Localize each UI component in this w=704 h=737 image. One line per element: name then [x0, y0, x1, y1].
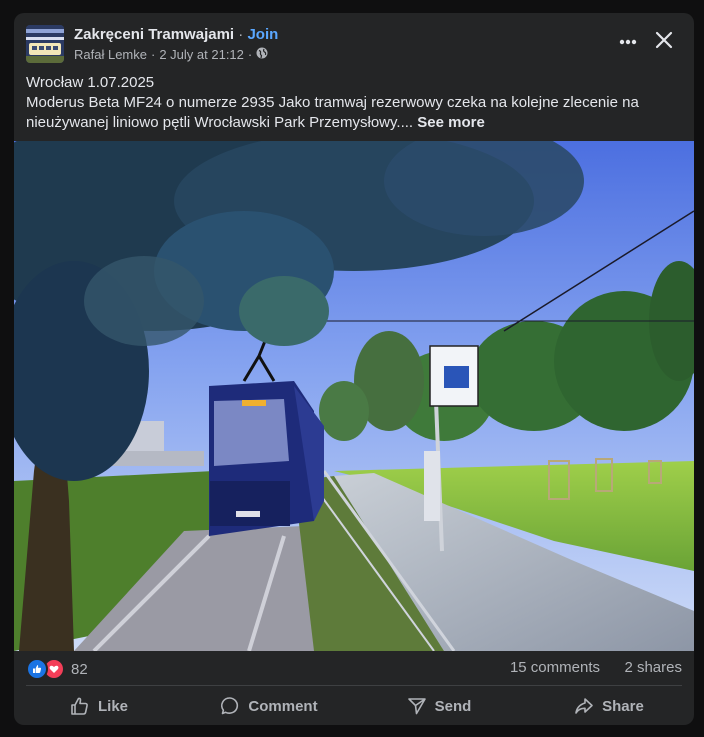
post-card: Zakręceni Tramwajami · Join Rafał Lemke …: [14, 13, 694, 725]
post-text-body: Moderus Beta MF24 o numerze 2935 Jako tr…: [26, 94, 639, 131]
post-header: Zakręceni Tramwajami · Join Rafał Lemke …: [14, 13, 694, 73]
group-name-link[interactable]: Zakręceni Tramwajami: [74, 26, 234, 43]
post-actions: Like Comment Send Share: [14, 689, 694, 723]
send-icon: [407, 696, 427, 716]
post-meta: Rafał Lemke · 2 July at 21:12 ·: [74, 47, 268, 62]
comment-button[interactable]: Comment: [184, 689, 354, 723]
post-text-title: Wrocław 1.07.2025: [26, 74, 155, 91]
post-stats: 82 15 comments 2 shares: [26, 655, 682, 681]
post-text: Wrocław 1.07.2025 Moderus Beta MF24 o nu…: [26, 73, 682, 133]
comments-count-link[interactable]: 15 comments: [510, 659, 600, 676]
meta-separator: ·: [150, 47, 156, 62]
globe-icon: [256, 47, 268, 62]
close-button[interactable]: [649, 27, 679, 57]
see-more-link[interactable]: See more: [417, 114, 485, 131]
more-dots-icon: [619, 32, 637, 50]
author-link[interactable]: Rafał Lemke: [74, 47, 147, 62]
reaction-count: 82: [71, 660, 88, 678]
thumbs-up-icon: [70, 696, 90, 716]
close-icon: [655, 31, 673, 54]
comment-label: Comment: [248, 697, 318, 715]
post-date-link[interactable]: 2 July at 21:12: [159, 47, 244, 62]
more-options-button[interactable]: [612, 27, 644, 55]
share-label: Share: [602, 697, 644, 715]
title-separator: ·: [238, 26, 244, 43]
actions-divider: [26, 685, 682, 686]
like-label: Like: [97, 697, 128, 715]
share-button[interactable]: Share: [524, 689, 694, 723]
post-photo[interactable]: [14, 141, 694, 651]
group-title-line: Zakręceni Tramwajami · Join: [74, 26, 278, 43]
like-button[interactable]: Like: [14, 689, 184, 723]
shares-count-link[interactable]: 2 shares: [624, 659, 682, 676]
send-label: Send: [434, 697, 472, 715]
send-button[interactable]: Send: [354, 689, 524, 723]
like-reaction-icon: [26, 658, 48, 680]
join-button[interactable]: Join: [247, 26, 278, 43]
group-avatar[interactable]: [26, 25, 64, 63]
reactions-summary[interactable]: 82: [26, 658, 88, 680]
share-icon: [574, 696, 594, 716]
comment-icon: [220, 696, 240, 716]
meta-separator-2: ·: [247, 47, 253, 62]
